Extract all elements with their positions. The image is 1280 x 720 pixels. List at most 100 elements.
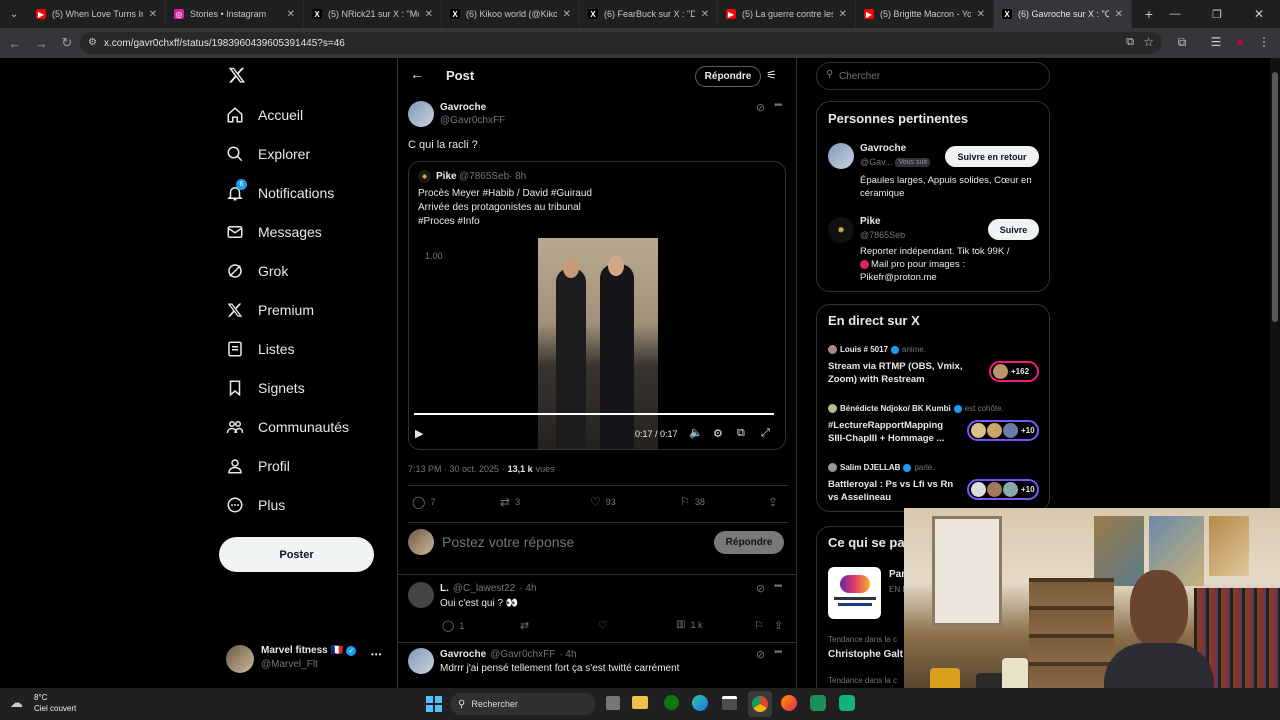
nav-more[interactable]: Plus [226,496,285,514]
tweet-more-icon[interactable]: ••• [774,100,782,111]
post-button[interactable]: Poster [219,537,374,572]
volume-icon[interactable]: 🔈 [689,426,703,439]
bookmark-icon[interactable]: ⚐ [754,619,764,632]
chrome-icon[interactable] [748,691,772,717]
play-icon[interactable]: ▶ [415,427,423,440]
listeners-pill[interactable]: +10 [967,420,1039,441]
app-icon[interactable] [810,695,826,711]
browser-tab[interactable]: X (5) NRick21 sur X : "Mon ✕ [304,0,442,28]
share-icon[interactable]: ⇪ [774,619,783,632]
address-bar[interactable]: ⚙ x.com/gavr0chxff/status/19839604396053… [80,32,1162,54]
close-tab-icon[interactable]: ✕ [977,9,985,20]
task-view-icon[interactable] [606,696,620,710]
filter-icon[interactable]: ⚟ [766,68,777,82]
browser-tab[interactable]: ▶ (5) La guerre contre les g ✕ [718,0,856,28]
reply-tweet[interactable]: Gavroche @Gavr0chxFF · 4h ⊘ ••• Mdrrr j'… [398,644,796,688]
follow-button[interactable]: Suivre [988,219,1039,240]
nav-messages[interactable]: Messages [226,223,322,241]
tab-search-button[interactable]: ⌄ [0,0,28,28]
reply-reply-stat[interactable]: ◯ 1 [442,619,464,632]
person-handle[interactable]: @7865Seb [860,230,905,240]
bookmark-stat[interactable]: ⚐ 38 [680,495,705,508]
edge-icon[interactable] [692,695,708,711]
live-item[interactable]: Bénédicte Ndjoko/ BK Kumbi est cohôte. #… [817,402,1050,452]
firefox-icon[interactable] [781,695,797,711]
grok-icon[interactable]: ⊘ [756,101,765,114]
search-input[interactable]: Chercher [839,71,880,82]
close-tab-icon[interactable]: ✕ [425,9,433,20]
reply-tweet[interactable]: L. @C_lawest22 · 4h ⊘ ••• Oui c'est qui … [398,578,796,640]
fullscreen-icon[interactable]: ⤢ [761,427,770,440]
reply-handle[interactable]: @Gavr0chxFF [490,649,555,660]
scrollbar-thumb[interactable] [1272,72,1278,322]
grok-icon[interactable]: ⊘ [756,582,765,595]
heart-icon[interactable]: ♡ [598,619,608,632]
nav-communities[interactable]: Communautés [226,418,349,436]
pip-icon[interactable]: ⧉ [737,427,745,440]
store-icon[interactable] [722,696,737,710]
reply-input[interactable]: Postez votre réponse [442,534,574,550]
quote-card[interactable]: ✸ Pike @7865Seb · 8h Procès Meyer #Habib… [408,161,786,450]
close-tab-icon[interactable]: ✕ [287,9,295,20]
browser-tab[interactable]: X (6) FearBuck sur X : "Drus ✕ [580,0,718,28]
forward-icon[interactable]: → [30,32,52,54]
nav-explore[interactable]: Explorer [226,145,310,163]
composer-reply-button[interactable]: Répondre [714,531,784,554]
close-tab-icon[interactable]: ✕ [1115,9,1123,20]
reply-avatar[interactable] [408,582,434,608]
trend-name[interactable]: Christophe Galt [828,649,903,660]
close-tab-icon[interactable]: ✕ [149,9,157,20]
reply-stat[interactable]: ◯ 7 [412,495,435,509]
live-item[interactable]: Salim DJELLAB parle. Battleroyal : Ps vs… [817,461,1050,511]
event-thumbnail[interactable] [828,567,881,619]
xbox-icon[interactable] [664,695,679,710]
author-avatar[interactable] [408,101,434,127]
listeners-pill[interactable]: +10 [967,479,1039,500]
nav-profile[interactable]: Profil [226,457,290,475]
minimize-button[interactable]: — [1154,0,1196,28]
close-tab-icon[interactable]: ✕ [701,9,709,20]
nav-home[interactable]: Accueil [226,106,303,124]
tweet-timestamp[interactable]: 7:13 PM · 30 oct. 2025 · [408,464,505,474]
browser-tab[interactable]: ◎ Stories • Instagram ✕ [166,0,304,28]
account-switcher[interactable]: Marvel fitness 🇫🇷 ✓ @Marvel_Flt ••• [226,640,386,680]
retweet-stat[interactable]: ⇄ 3 [500,495,520,509]
person-avatar[interactable]: ✸ [828,217,854,243]
browser-tab[interactable]: X (6) Gavroche sur X : "C qu ✕ [994,0,1132,28]
reply-handle[interactable]: @C_lawest22 [453,583,515,594]
install-app-icon[interactable]: ⧉ [1126,36,1134,49]
like-stat[interactable]: ♡ 93 [590,495,616,509]
nav-lists[interactable]: Listes [226,340,295,358]
weather-widget[interactable]: ☁ 8°C Ciel couvert [10,693,130,717]
follow-back-button[interactable]: Suivre en retour [945,146,1039,167]
start-button[interactable] [426,696,442,712]
profile-icon[interactable]: ● [1232,34,1248,50]
browser-tab[interactable]: ▶ (5) Brigitte Macron - YouT ✕ [856,0,994,28]
close-tab-icon[interactable]: ✕ [563,9,571,20]
grok-icon[interactable]: ⊘ [756,648,765,661]
reply-more-icon[interactable]: ••• [774,647,782,658]
share-icon[interactable]: ⇪ [768,495,778,509]
live-item[interactable]: Louis # 5017 anime. Stream via RTMP (OBS… [817,343,1050,393]
reload-icon[interactable]: ↻ [56,32,78,54]
reply-views-stat[interactable]: ▥ 1 k [676,619,702,630]
reply-more-icon[interactable]: ••• [774,581,782,592]
listeners-pill[interactable]: +162 [989,361,1039,382]
bookmark-star-icon[interactable]: ☆ [1143,35,1154,49]
extensions-icon[interactable]: ⧉ [1174,34,1190,50]
person-name[interactable]: Gavroche [860,143,906,154]
site-info-icon[interactable]: ⚙ [88,37,97,48]
person-name[interactable]: Pike [860,216,881,227]
event-label[interactable]: Par [889,569,905,580]
nav-grok[interactable]: Grok [226,262,288,280]
close-tab-icon[interactable]: ✕ [839,9,847,20]
close-window-button[interactable]: ✕ [1238,0,1280,28]
app-icon[interactable] [839,695,855,711]
back-icon[interactable]: ← [4,32,26,54]
reply-author[interactable]: Gavroche [440,649,486,660]
taskbar-search[interactable]: ⚲ Rechercher [450,693,595,715]
search-box[interactable]: ⚲ Chercher [816,62,1050,90]
reply-author[interactable]: L. [440,583,449,594]
menu-icon[interactable]: ⋮ [1256,34,1272,50]
reading-list-icon[interactable]: ☰ [1208,34,1224,50]
